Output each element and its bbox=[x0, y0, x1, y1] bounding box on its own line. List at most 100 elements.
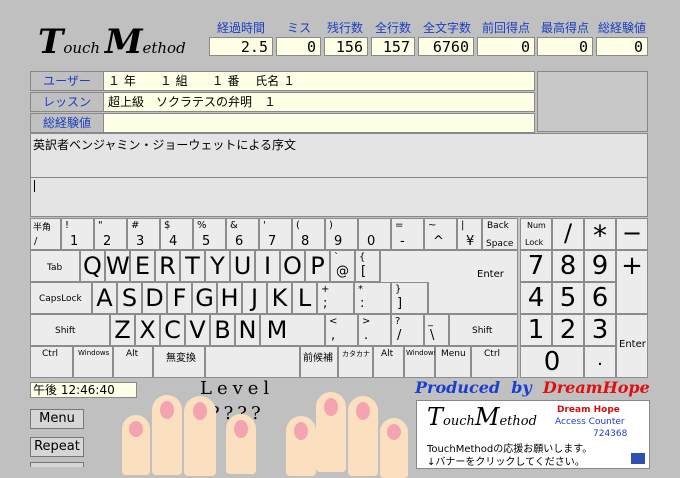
typing-text-area[interactable]: 英訳者ベンジャミン・ジョーウェットによる序文 bbox=[30, 133, 648, 217]
key-katakana[interactable]: カタカナ bbox=[338, 346, 373, 378]
key-a[interactable]: A bbox=[92, 282, 117, 314]
key-8[interactable]: (8 bbox=[292, 218, 325, 250]
elapsed-time-label: 経過時間 bbox=[216, 21, 265, 35]
key-muhenkan[interactable]: 無変換 bbox=[153, 346, 205, 378]
key-num-4[interactable]: 4 bbox=[520, 282, 552, 314]
key-2[interactable]: " 2 bbox=[94, 218, 127, 250]
key-num-dot[interactable]: . bbox=[584, 346, 616, 378]
key-bracket-close[interactable]: }] bbox=[391, 282, 428, 314]
repeat-button[interactable]: Repeat bbox=[30, 437, 84, 457]
key-p[interactable]: P bbox=[305, 250, 330, 282]
key-num-8[interactable]: 8 bbox=[552, 250, 584, 282]
key-yen[interactable]: | ¥ bbox=[457, 218, 482, 250]
key-windows-right[interactable]: Windows bbox=[404, 346, 437, 378]
key-space[interactable] bbox=[205, 346, 300, 378]
key-num-star[interactable]: * bbox=[584, 218, 616, 252]
key-9[interactable]: ) 9 bbox=[325, 218, 358, 250]
key-d[interactable]: D bbox=[142, 282, 167, 314]
menu-button[interactable]: Menu bbox=[30, 409, 84, 429]
key-windows-left[interactable]: Windows bbox=[73, 346, 113, 378]
key-c[interactable]: C bbox=[160, 314, 185, 346]
key-alt-right[interactable]: Alt bbox=[373, 346, 404, 378]
banner-click-text: ↓バナーをクリックしてください。 bbox=[427, 457, 585, 468]
key-colon[interactable]: *: bbox=[354, 282, 391, 314]
key-5[interactable]: % 5 bbox=[193, 218, 226, 250]
finger-left-index bbox=[226, 414, 256, 474]
key-k[interactable]: K bbox=[267, 282, 292, 314]
key-ctrl-right[interactable]: Ctrl bbox=[471, 346, 518, 378]
key-q[interactable]: Q bbox=[80, 250, 105, 282]
key-3[interactable]: #3 bbox=[127, 218, 160, 250]
key-numlock[interactable]: Num Lock bbox=[520, 218, 552, 250]
key-tab[interactable]: Tab bbox=[30, 250, 80, 282]
key-num-5[interactable]: 5 bbox=[552, 282, 584, 314]
key-bracket-open[interactable]: {[ bbox=[355, 250, 380, 282]
key-semicolon[interactable]: +; bbox=[317, 282, 354, 314]
key-backspace[interactable]: Back Space bbox=[482, 218, 518, 250]
key-1[interactable]: ! 1 bbox=[61, 218, 94, 250]
key-comma[interactable]: <, bbox=[325, 314, 358, 346]
key-enter[interactable]: Enter bbox=[380, 250, 518, 282]
key-slash[interactable]: ? / bbox=[391, 314, 424, 346]
key-shift-right[interactable]: Shift bbox=[449, 314, 518, 346]
finger-right-index bbox=[286, 416, 316, 476]
key-w[interactable]: W bbox=[105, 250, 130, 282]
key-i[interactable]: I bbox=[255, 250, 280, 282]
key-z[interactable]: Z bbox=[110, 314, 135, 346]
key-at[interactable]: ` @ bbox=[330, 250, 355, 282]
remaining-lines-value: 156 bbox=[324, 37, 368, 56]
key-e[interactable]: E bbox=[130, 250, 155, 282]
finger-right-pinky bbox=[380, 418, 408, 478]
key-6[interactable]: & 6 bbox=[226, 218, 259, 250]
key-g[interactable]: G bbox=[192, 282, 217, 314]
total-lines-label: 全行数 bbox=[374, 21, 411, 35]
key-num-9[interactable]: 9 bbox=[584, 250, 616, 282]
key-num-plus[interactable]: + bbox=[616, 250, 648, 314]
total-chars-value: 6760 bbox=[418, 37, 474, 56]
key-menu[interactable]: Menu bbox=[435, 346, 471, 378]
key-caret[interactable]: ~ ^ bbox=[424, 218, 457, 250]
input-cursor bbox=[34, 180, 35, 192]
key-s[interactable]: S bbox=[117, 282, 142, 314]
key-h[interactable]: H bbox=[217, 282, 242, 314]
key-num-0[interactable]: 0 bbox=[520, 346, 584, 378]
key-r[interactable]: R bbox=[155, 250, 180, 282]
key-num-6[interactable]: 6 bbox=[584, 282, 616, 314]
key-x[interactable]: X bbox=[135, 314, 160, 346]
key-num-minus[interactable]: − bbox=[616, 218, 648, 250]
key-7[interactable]: ' 7 bbox=[259, 218, 292, 250]
key-henkan[interactable]: 前候補 bbox=[300, 346, 338, 378]
key-o[interactable]: O bbox=[280, 250, 305, 282]
key-ctrl-left[interactable]: Ctrl bbox=[30, 346, 73, 378]
key-capslock[interactable]: CapsLock bbox=[30, 282, 92, 314]
key-num-7[interactable]: 7 bbox=[520, 250, 552, 282]
key-hankaku[interactable]: 半角 / bbox=[30, 218, 61, 250]
key-j[interactable]: J bbox=[242, 282, 267, 314]
key-v[interactable]: V bbox=[185, 314, 210, 346]
partial-button[interactable] bbox=[30, 462, 84, 467]
key-num-enter[interactable]: Enter bbox=[616, 314, 648, 378]
key-m[interactable]: M bbox=[260, 314, 325, 346]
key-l[interactable]: L bbox=[292, 282, 317, 314]
side-info-panel bbox=[537, 71, 648, 132]
key-num-1[interactable]: 1 bbox=[520, 314, 552, 346]
key-backslash[interactable]: _ \ bbox=[424, 314, 449, 346]
key-num-3[interactable]: 3 bbox=[584, 314, 616, 346]
key-period[interactable]: >. bbox=[358, 314, 391, 346]
key-u[interactable]: U bbox=[230, 250, 255, 282]
key-enter-lower[interactable] bbox=[428, 282, 518, 314]
key-num-2[interactable]: 2 bbox=[552, 314, 584, 346]
promo-banner[interactable]: TouchMethod Dream Hope Access Counter 72… bbox=[416, 400, 650, 469]
key-b[interactable]: B bbox=[210, 314, 235, 346]
key-4[interactable]: $4 bbox=[160, 218, 193, 250]
key-f[interactable]: F bbox=[167, 282, 192, 314]
key-alt-left[interactable]: Alt bbox=[113, 346, 153, 378]
produced-by: Produced by DreamHope bbox=[415, 378, 650, 397]
key-shift-left[interactable]: Shift bbox=[30, 314, 110, 346]
on-screen-keyboard: 半角 / ! 1 " 2 #3 $4 % 5 & 6 ' 7 (8 ) 9 0 = - ~ ^ … bbox=[30, 218, 648, 378]
key-minus[interactable]: = - bbox=[391, 218, 424, 250]
key-0[interactable]: 0 bbox=[358, 218, 391, 250]
key-num-slash[interactable]: / bbox=[552, 218, 584, 250]
key-y[interactable]: Y bbox=[205, 250, 230, 282]
key-t[interactable]: T bbox=[180, 250, 205, 282]
